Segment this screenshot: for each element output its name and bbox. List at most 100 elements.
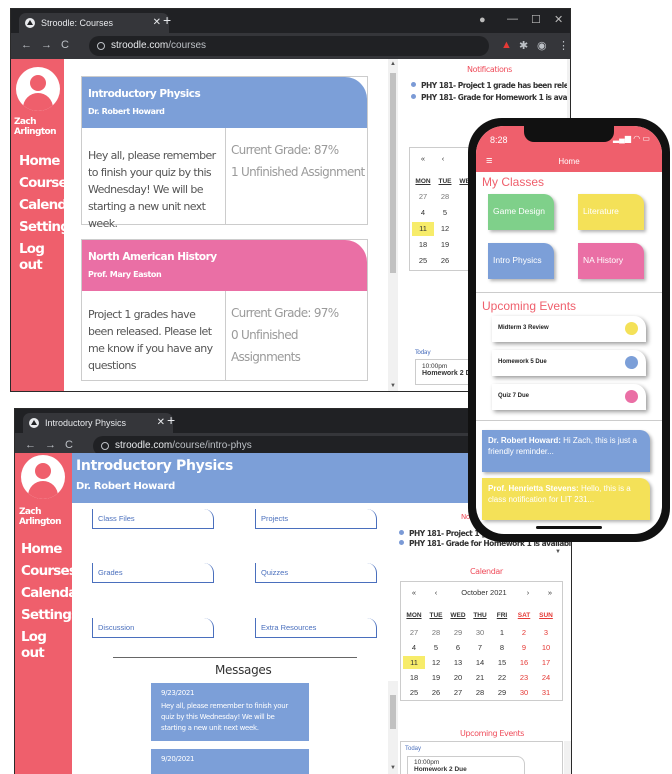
calendar-day[interactable]: 29: [447, 628, 469, 637]
notification-item[interactable]: PHY 181- Grade for Homework 1 is availab…: [411, 93, 570, 102]
calendar-day[interactable]: 21: [469, 673, 491, 682]
message-preview[interactable]: Prof. Henrietta Stevens: Hello, this is …: [482, 478, 650, 520]
message-card[interactable]: 9/23/2021 Hey all, please remember to fi…: [151, 683, 309, 741]
calendar-day[interactable]: 24: [535, 673, 557, 682]
profile-icon[interactable]: ●: [479, 14, 486, 26]
class-tile[interactable]: Literature: [578, 194, 644, 230]
calendar-day[interactable]: 30: [469, 628, 491, 637]
calendar-day[interactable]: 25: [412, 256, 434, 265]
message-card[interactable]: 9/20/2021: [151, 749, 309, 774]
link-discussion[interactable]: Discussion: [92, 618, 214, 638]
calendar-day[interactable]: 30: [513, 688, 535, 697]
calendar-day[interactable]: 27: [412, 192, 434, 201]
main-scrollbar[interactable]: ▲ ▼: [388, 59, 398, 391]
close-tab-icon[interactable]: ✕: [153, 17, 161, 28]
event-card[interactable]: Midterm 3 Review: [492, 316, 646, 342]
event-card[interactable]: Quiz 7 Due: [492, 384, 646, 410]
forward-icon[interactable]: →: [45, 439, 56, 451]
calendar-day-today[interactable]: 11: [412, 222, 434, 236]
pdf-extension-icon[interactable]: ▲: [501, 39, 512, 51]
link-quizzes[interactable]: Quizzes: [255, 563, 377, 583]
calendar-day[interactable]: 26: [425, 688, 447, 697]
course-card-physics[interactable]: Introductory Physics Dr. Robert Howard H…: [81, 76, 368, 230]
calendar-day[interactable]: 7: [469, 643, 491, 652]
link-extra-resources[interactable]: Extra Resources: [255, 618, 377, 638]
nav-calendar[interactable]: Calendar: [19, 197, 81, 213]
calendar-day[interactable]: 27: [403, 628, 425, 637]
url-field[interactable]: stroodle.com/courses: [89, 36, 489, 56]
calendar-day[interactable]: 13: [447, 658, 469, 667]
calendar-day[interactable]: 19: [425, 673, 447, 682]
calendar-day[interactable]: 18: [403, 673, 425, 682]
calendar-day[interactable]: 12: [425, 658, 447, 667]
course-card-history[interactable]: North American History Prof. Mary Easton…: [81, 239, 368, 381]
avatar[interactable]: [16, 67, 60, 111]
calendar-prev-month[interactable]: ‹: [432, 154, 454, 163]
link-class-files[interactable]: Class Files: [92, 509, 214, 529]
nav-logout[interactable]: Log out: [19, 241, 64, 273]
maximize-icon[interactable]: ☐: [531, 13, 541, 26]
back-icon[interactable]: ←: [21, 39, 32, 51]
avatar[interactable]: [21, 455, 65, 499]
nav-home[interactable]: Home: [19, 153, 60, 169]
back-icon[interactable]: ←: [25, 439, 36, 451]
calendar-day[interactable]: 25: [403, 688, 425, 697]
notification-item[interactable]: PHY 181- Project 1 grade has been releas…: [411, 81, 570, 90]
calendar-day[interactable]: 17: [535, 658, 557, 667]
link-grades[interactable]: Grades: [92, 563, 214, 583]
message-preview[interactable]: Dr. Robert Howard: Hi Zach, this is just…: [482, 430, 650, 472]
nav-logout[interactable]: Log out: [21, 629, 72, 661]
minimize-icon[interactable]: —: [507, 13, 518, 25]
calendar-day[interactable]: 8: [491, 643, 513, 652]
extensions-icon[interactable]: ✱: [519, 39, 528, 52]
calendar-day[interactable]: 18: [412, 240, 434, 249]
calendar-day[interactable]: 15: [491, 658, 513, 667]
calendar-day[interactable]: 5: [425, 643, 447, 652]
nav-courses[interactable]: Courses: [19, 175, 75, 191]
reload-icon[interactable]: C: [61, 39, 69, 51]
calendar-day[interactable]: 29: [491, 688, 513, 697]
forward-icon[interactable]: →: [41, 39, 52, 51]
calendar-day[interactable]: 16: [513, 658, 535, 667]
calendar-day[interactable]: 3: [535, 628, 557, 637]
calendar-day[interactable]: 5: [434, 208, 456, 217]
close-tab-icon[interactable]: ✕: [157, 417, 165, 428]
calendar-day[interactable]: 12: [434, 224, 456, 233]
calendar-day[interactable]: 28: [434, 192, 456, 201]
nav-home[interactable]: Home: [21, 541, 62, 557]
calendar-prev-year[interactable]: «: [412, 154, 434, 163]
class-tile[interactable]: Intro Physics: [488, 243, 554, 279]
nav-settings[interactable]: Settings: [19, 219, 77, 235]
event-card[interactable]: Homework 5 Due: [492, 350, 646, 376]
calendar-day[interactable]: 10: [535, 643, 557, 652]
class-tile[interactable]: Game Design: [488, 194, 554, 230]
home-indicator[interactable]: [536, 526, 602, 529]
calendar-day-today[interactable]: 11: [403, 656, 425, 669]
avatar-extension-icon[interactable]: ◉: [537, 39, 547, 52]
scroll-down-icon[interactable]: ▼: [390, 383, 396, 389]
calendar-day[interactable]: 9: [513, 643, 535, 652]
main-scrollbar[interactable]: ▼: [388, 681, 398, 774]
scroll-thumb[interactable]: [390, 73, 396, 273]
scroll-thumb[interactable]: [390, 695, 396, 729]
new-tab-icon[interactable]: +: [167, 412, 175, 428]
browser-tab[interactable]: Stroodle: Courses ✕: [19, 13, 169, 33]
scroll-up-icon[interactable]: ▲: [390, 61, 396, 67]
calendar-prev-month[interactable]: ‹: [425, 588, 447, 597]
calendar-day[interactable]: 6: [447, 643, 469, 652]
calendar-next-month[interactable]: ›: [517, 588, 539, 597]
nav-calendar[interactable]: Calendar: [21, 585, 83, 601]
upcoming-event-box[interactable]: 10:00pm Homework 2 Due: [407, 756, 525, 774]
reload-icon[interactable]: C: [65, 439, 73, 451]
calendar-day[interactable]: 2: [513, 628, 535, 637]
calendar-day[interactable]: 19: [434, 240, 456, 249]
class-tile[interactable]: NA History: [578, 243, 644, 279]
calendar-day[interactable]: 4: [412, 208, 434, 217]
calendar-day[interactable]: 14: [469, 658, 491, 667]
calendar-prev-year[interactable]: «: [403, 588, 425, 597]
calendar-day[interactable]: 23: [513, 673, 535, 682]
link-projects[interactable]: Projects: [255, 509, 377, 529]
calendar-day[interactable]: 26: [434, 256, 456, 265]
calendar-day[interactable]: 20: [447, 673, 469, 682]
calendar-day[interactable]: 1: [491, 628, 513, 637]
